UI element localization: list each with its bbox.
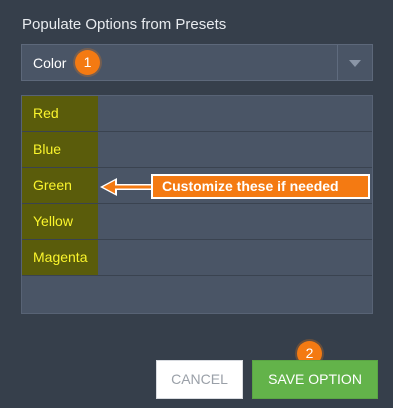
save-option-button[interactable]: SAVE OPTION — [252, 360, 378, 399]
option-label[interactable]: Red — [22, 96, 98, 131]
option-row[interactable]: Yellow — [22, 204, 372, 240]
callout-arrow-icon — [100, 178, 153, 196]
option-label[interactable]: Green — [22, 168, 98, 203]
step-badge-1: 1 — [75, 50, 100, 75]
option-row[interactable]: Blue — [22, 132, 372, 168]
option-label[interactable]: Magenta — [22, 240, 98, 275]
option-row[interactable]: Magenta — [22, 240, 372, 276]
triangle-down-icon[interactable] — [338, 45, 372, 80]
cancel-button[interactable]: CANCEL — [156, 360, 243, 399]
dialog-heading: Populate Options from Presets — [22, 16, 227, 33]
option-label[interactable]: Blue — [22, 132, 98, 167]
options-list: Red Blue Green Yellow Magenta — [21, 95, 373, 314]
preset-dropdown-value: Color — [33, 55, 67, 71]
option-row[interactable]: Red — [22, 96, 372, 132]
populate-options-dialog: Populate Options from Presets Color 1 Re… — [0, 0, 393, 408]
option-label[interactable]: Yellow — [22, 204, 98, 239]
customize-callout: Customize these if needed — [151, 174, 370, 199]
preset-dropdown[interactable]: Color — [21, 44, 373, 81]
